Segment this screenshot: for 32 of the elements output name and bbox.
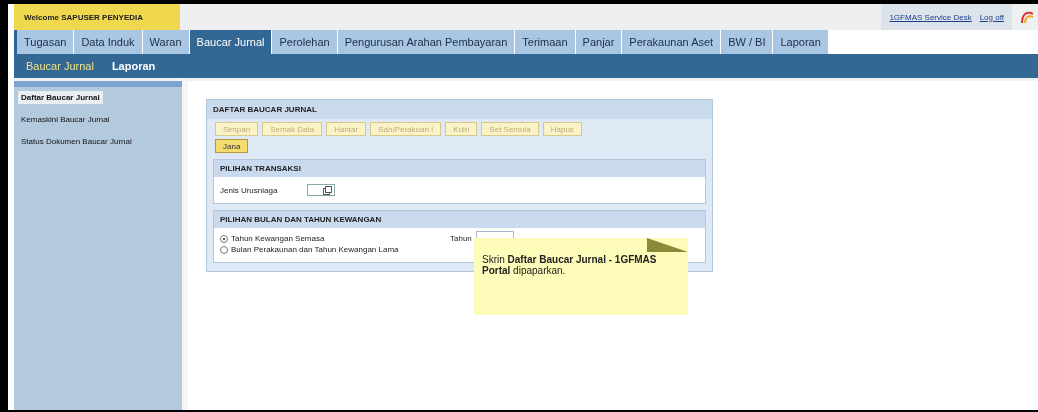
nav-tab[interactable]: Waran [142,30,190,54]
nav-tab[interactable]: Tugasan [17,30,75,54]
header-link[interactable]: 1GFMAS Service Desk [889,12,972,22]
radio-option[interactable]: Bulan Perakaunan dan Tahun Kewangan Lama [220,245,399,254]
sub-tab[interactable]: Baucar Jurnal [26,60,94,72]
nav-tab[interactable]: Panjar [575,30,623,54]
welcome-banner: Welcome SAPUSER PENYEDIA [14,4,180,30]
nav-tab[interactable]: Perolehan [272,30,338,54]
section-title: PILIHAN BULAN DAN TAHUN KEWANGAN [214,211,705,228]
nav-tab[interactable]: Laporan [773,30,829,54]
callout-tooltip: Skrin Daftar Baucar Jurnal - 1GFMAS Portal dipaparkan. [474,238,688,315]
field-label: Tahun [450,234,472,243]
action-button[interactable]: Jana [215,139,249,153]
panel-title: DAFTAR BAUCAR JURNAL [207,100,712,119]
nav-tab[interactable]: BW / BI [721,30,774,54]
radio-option[interactable]: Tahun Kewangan Semasa [220,234,325,243]
sidebar-item[interactable]: Daftar Baucar Jurnal [18,91,103,104]
input-field[interactable] [307,184,336,196]
sidebar-item[interactable]: Kemaskini Baucar Jurnal [18,113,113,126]
nav-tab[interactable]: Data Induk [74,30,143,54]
sidebar-item[interactable]: Status Dokumen Baucar Jurnal [18,135,135,148]
callout-corner-icon [647,238,688,252]
value-help-icon[interactable] [323,185,333,195]
sub-tab[interactable]: Laporan [111,60,156,72]
header-link[interactable]: Log off [979,12,1004,22]
field-label: Jenis Urusniaga [220,185,278,195]
nav-tab[interactable]: Perakaunan Aset [622,30,722,54]
logo-icon [1020,9,1034,25]
nav-tab[interactable]: Pengurusan Arahan Pembayaran [337,30,516,54]
nav-tab[interactable]: Baucar Jurnal [189,30,273,54]
section-title: PILIHAN TRANSAKSI [214,160,705,177]
nav-tab[interactable]: Terimaan [515,30,576,54]
